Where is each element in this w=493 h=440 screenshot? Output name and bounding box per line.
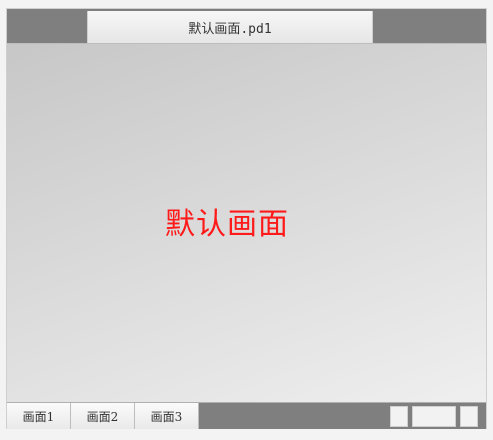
tab-screen-3[interactable]: 画面3 bbox=[135, 403, 199, 429]
bottom-right-controls bbox=[390, 406, 478, 427]
editor-window: 默认画面.pd1 默认画面 画面1 画面2 画面3 bbox=[6, 8, 487, 429]
control-block[interactable] bbox=[460, 406, 478, 427]
tab-label: 画面1 bbox=[22, 409, 55, 424]
tab-screen-2[interactable]: 画面2 bbox=[71, 403, 135, 429]
control-block[interactable] bbox=[412, 406, 456, 427]
tab-label: 画面3 bbox=[150, 409, 183, 424]
screen-center-label: 默认画面 bbox=[165, 207, 289, 242]
document-title: 默认画面.pd1 bbox=[188, 21, 272, 37]
tab-screen-1[interactable]: 画面1 bbox=[7, 403, 71, 429]
tab-label: 画面2 bbox=[86, 409, 119, 424]
title-bar: 默认画面.pd1 bbox=[7, 9, 486, 43]
document-title-tab[interactable]: 默认画面.pd1 bbox=[87, 11, 373, 43]
screen-tabs: 画面1 画面2 画面3 bbox=[7, 403, 199, 429]
screen-canvas[interactable]: 默认画面 bbox=[7, 43, 486, 402]
screen-tabs-bar: 画面1 画面2 画面3 bbox=[7, 402, 486, 429]
control-block[interactable] bbox=[390, 406, 408, 427]
